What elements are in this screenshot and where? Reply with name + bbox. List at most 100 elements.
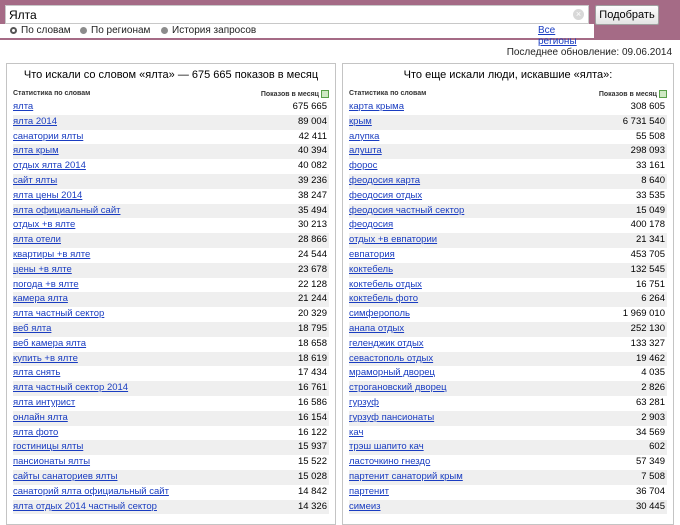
phrase-link[interactable]: кач xyxy=(349,426,363,441)
phrase-link[interactable]: отдых +в евпатории xyxy=(349,233,437,248)
phrase-link[interactable]: феодосия карта xyxy=(349,174,420,189)
table-row: ялта 675 665 xyxy=(13,100,329,115)
export-icon[interactable] xyxy=(659,90,667,98)
phrase-link[interactable]: камера ялта xyxy=(13,292,68,307)
table-row: сайт ялты 39 236 xyxy=(13,173,329,189)
phrase-link[interactable]: сайт ялты xyxy=(13,174,57,189)
phrase-link[interactable]: карта крыма xyxy=(349,100,404,115)
phrase-link[interactable]: отдых +в ялте xyxy=(13,218,75,233)
impressions-count: 30 213 xyxy=(297,219,327,231)
table-row: гурзуф 63 281 xyxy=(349,396,667,411)
impressions-count: 15 522 xyxy=(297,456,327,468)
phrase-link[interactable]: купить +в ялте xyxy=(13,352,78,367)
phrase-link[interactable]: феодосия отдых xyxy=(349,189,422,204)
phrase-link[interactable]: форос xyxy=(349,159,377,174)
phrase-link[interactable]: гостиницы ялты xyxy=(13,440,83,455)
table-row: ялта фото 16 122 xyxy=(13,426,329,441)
phrase-link[interactable]: ялта крым xyxy=(13,144,59,159)
phrase-link[interactable]: санаторий ялта официальный сайт xyxy=(13,485,169,500)
phrase-link[interactable]: ялта частный сектор xyxy=(13,307,104,322)
table-row: симеиз 30 445 xyxy=(349,499,667,515)
table-row: коктебель фото 6 264 xyxy=(349,292,667,308)
phrase-link[interactable]: отдых ялта 2014 xyxy=(13,159,86,174)
phrase-link[interactable]: феодосия xyxy=(349,218,393,233)
impressions-count: 298 093 xyxy=(630,145,665,157)
phrase-link[interactable]: ласточкино гнездо xyxy=(349,455,430,470)
impressions-count: 2 903 xyxy=(641,411,665,423)
phrase-link[interactable]: онлайн ялта xyxy=(13,411,68,426)
export-icon[interactable] xyxy=(321,90,329,98)
radio-icon[interactable] xyxy=(80,27,87,34)
phrase-link[interactable]: мраморный дворец xyxy=(349,366,435,381)
radio-selected-icon[interactable] xyxy=(10,27,17,34)
mode-history[interactable]: История запросов xyxy=(161,25,256,36)
phrase-link[interactable]: ялта официальный сайт xyxy=(13,204,121,219)
phrase-link[interactable]: геленджик отдых xyxy=(349,337,424,352)
phrase-link[interactable]: крым xyxy=(349,115,372,130)
phrase-link[interactable]: ялта снять xyxy=(13,366,60,381)
table-row: строгановский дворец 2 826 xyxy=(349,381,667,396)
phrase-link[interactable]: ялта xyxy=(13,100,33,115)
phrase-link[interactable]: пансионаты ялты xyxy=(13,455,90,470)
search-box[interactable]: × xyxy=(5,5,589,24)
phrase-link[interactable]: алупка xyxy=(349,130,379,145)
phrase-link[interactable]: феодосия частный сектор xyxy=(349,204,464,219)
table-row: севастополь отдых 19 462 xyxy=(349,351,667,367)
table-row: феодосия 400 178 xyxy=(349,218,667,233)
phrase-link[interactable]: партенит санаторий крым xyxy=(349,470,463,485)
phrase-link[interactable]: евпатория xyxy=(349,248,395,263)
table-row: феодосия отдых 33 535 xyxy=(349,189,667,204)
phrase-link[interactable]: квартиры +в ялте xyxy=(13,248,90,263)
table-row: феодосия карта 8 640 xyxy=(349,173,667,189)
phrase-link[interactable]: трэш шапито кач xyxy=(349,440,424,455)
table-body: ялта 675 665 ялта 2014 89 004 санатории ялты… xyxy=(13,100,329,515)
mode-by-regions[interactable]: По регионам xyxy=(80,25,150,36)
impressions-count: 42 411 xyxy=(298,130,327,142)
radio-icon[interactable] xyxy=(161,27,168,34)
phrase-link[interactable]: цены +в ялте xyxy=(13,263,72,278)
phrase-link[interactable]: погода +в ялте xyxy=(13,278,79,293)
impressions-count: 35 494 xyxy=(297,204,327,216)
impressions-count: 18 795 xyxy=(297,322,327,334)
search-input[interactable] xyxy=(9,7,569,22)
clear-icon[interactable]: × xyxy=(573,9,584,20)
phrase-link[interactable]: коктебель отдых xyxy=(349,278,422,293)
phrase-link[interactable]: ялта 2014 xyxy=(13,115,57,130)
top-bar: × Подобрать По словам По регионам Истори… xyxy=(0,0,680,47)
table-row: ялта отели 28 866 xyxy=(13,233,329,248)
impressions-count: 453 705 xyxy=(630,248,665,260)
submit-button[interactable]: Подобрать xyxy=(595,5,659,25)
table-row: ялта цены 2014 38 247 xyxy=(13,189,329,204)
phrase-link[interactable]: ялта частный сектор 2014 xyxy=(13,381,128,396)
impressions-count: 8 640 xyxy=(641,174,665,186)
phrase-link[interactable]: веб ялта xyxy=(13,322,51,337)
phrase-link[interactable]: коктебель xyxy=(349,263,393,278)
phrase-link[interactable]: ялта отдых 2014 частный сектор xyxy=(13,500,157,515)
phrase-link[interactable]: симферополь xyxy=(349,307,410,322)
phrase-link[interactable]: симеиз xyxy=(349,500,381,515)
impressions-count: 28 866 xyxy=(297,234,327,246)
phrase-link[interactable]: ялта фото xyxy=(13,426,58,441)
impressions-count: 15 049 xyxy=(635,204,665,216)
phrase-link[interactable]: партенит xyxy=(349,485,389,500)
phrase-link[interactable]: санатории ялты xyxy=(13,130,83,145)
phrase-link[interactable]: строгановский дворец xyxy=(349,381,447,396)
phrase-link[interactable]: ялта интурист xyxy=(13,396,75,411)
phrase-link[interactable]: севастополь отдых xyxy=(349,352,433,367)
impressions-count: 57 349 xyxy=(635,456,665,468)
impressions-count: 132 545 xyxy=(630,263,665,275)
phrase-link[interactable]: сайты санаториев ялты xyxy=(13,470,117,485)
table-row: партенит 36 704 xyxy=(349,485,667,500)
table-row: ялта частный сектор 20 329 xyxy=(13,307,329,322)
impressions-count: 14 842 xyxy=(297,485,327,497)
phrase-link[interactable]: веб камера ялта xyxy=(13,337,86,352)
phrase-link[interactable]: ялта отели xyxy=(13,233,61,248)
phrase-link[interactable]: ялта цены 2014 xyxy=(13,189,82,204)
phrase-link[interactable]: алушта xyxy=(349,144,382,159)
phrase-link[interactable]: гурзуф пансионаты xyxy=(349,411,434,426)
phrase-link[interactable]: гурзуф xyxy=(349,396,379,411)
phrase-link[interactable]: анапа отдых xyxy=(349,322,404,337)
phrase-link[interactable]: коктебель фото xyxy=(349,292,418,307)
mode-by-words[interactable]: По словам xyxy=(10,25,71,36)
all-regions-link[interactable]: Все регионы xyxy=(538,25,594,47)
